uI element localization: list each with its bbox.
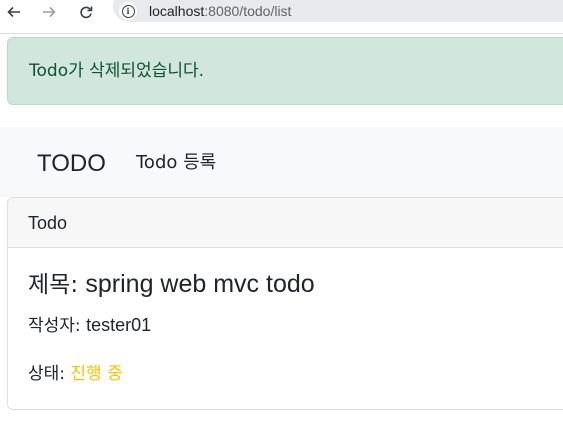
writer-label: 작성자: [28, 316, 87, 336]
todo-status: 상태: 진행 중 [28, 362, 123, 386]
card-header-title: Todo [28, 213, 68, 233]
status-label: 상태: [28, 364, 71, 384]
url-text[interactable]: localhost:8080/todo/list [149, 2, 291, 20]
url-host: localhost [149, 3, 205, 19]
status-value: 진행 중 [70, 364, 123, 384]
back-icon[interactable] [2, 0, 26, 24]
nav-link-register[interactable]: Todo 등록 [136, 151, 216, 175]
success-alert: Todo가 삭제되었습니다. [7, 37, 563, 105]
browser-toolbar: i localhost:8080/todo/list [0, 0, 563, 24]
todo-card: Todo 제목: spring web mvc todo 작성자: tester… [7, 197, 563, 410]
alert-message: Todo가 삭제되었습니다. [29, 61, 205, 81]
navbar-brand[interactable]: TODO [37, 150, 106, 178]
card-header: Todo [8, 198, 563, 248]
navbar: TODO Todo 등록 [0, 127, 563, 197]
reload-icon[interactable] [74, 0, 98, 24]
forward-icon[interactable] [37, 0, 61, 24]
url-path: :8080/todo/list [204, 3, 292, 19]
info-icon[interactable]: i [119, 2, 137, 20]
todo-writer: 작성자: tester01 [28, 313, 151, 338]
todo-title[interactable]: 제목: spring web mvc todo [28, 269, 315, 300]
title-value: spring web mvc todo [85, 270, 315, 298]
title-label: 제목: [28, 272, 86, 298]
toolbar-divider [0, 33, 563, 34]
writer-value: tester01 [86, 315, 152, 335]
